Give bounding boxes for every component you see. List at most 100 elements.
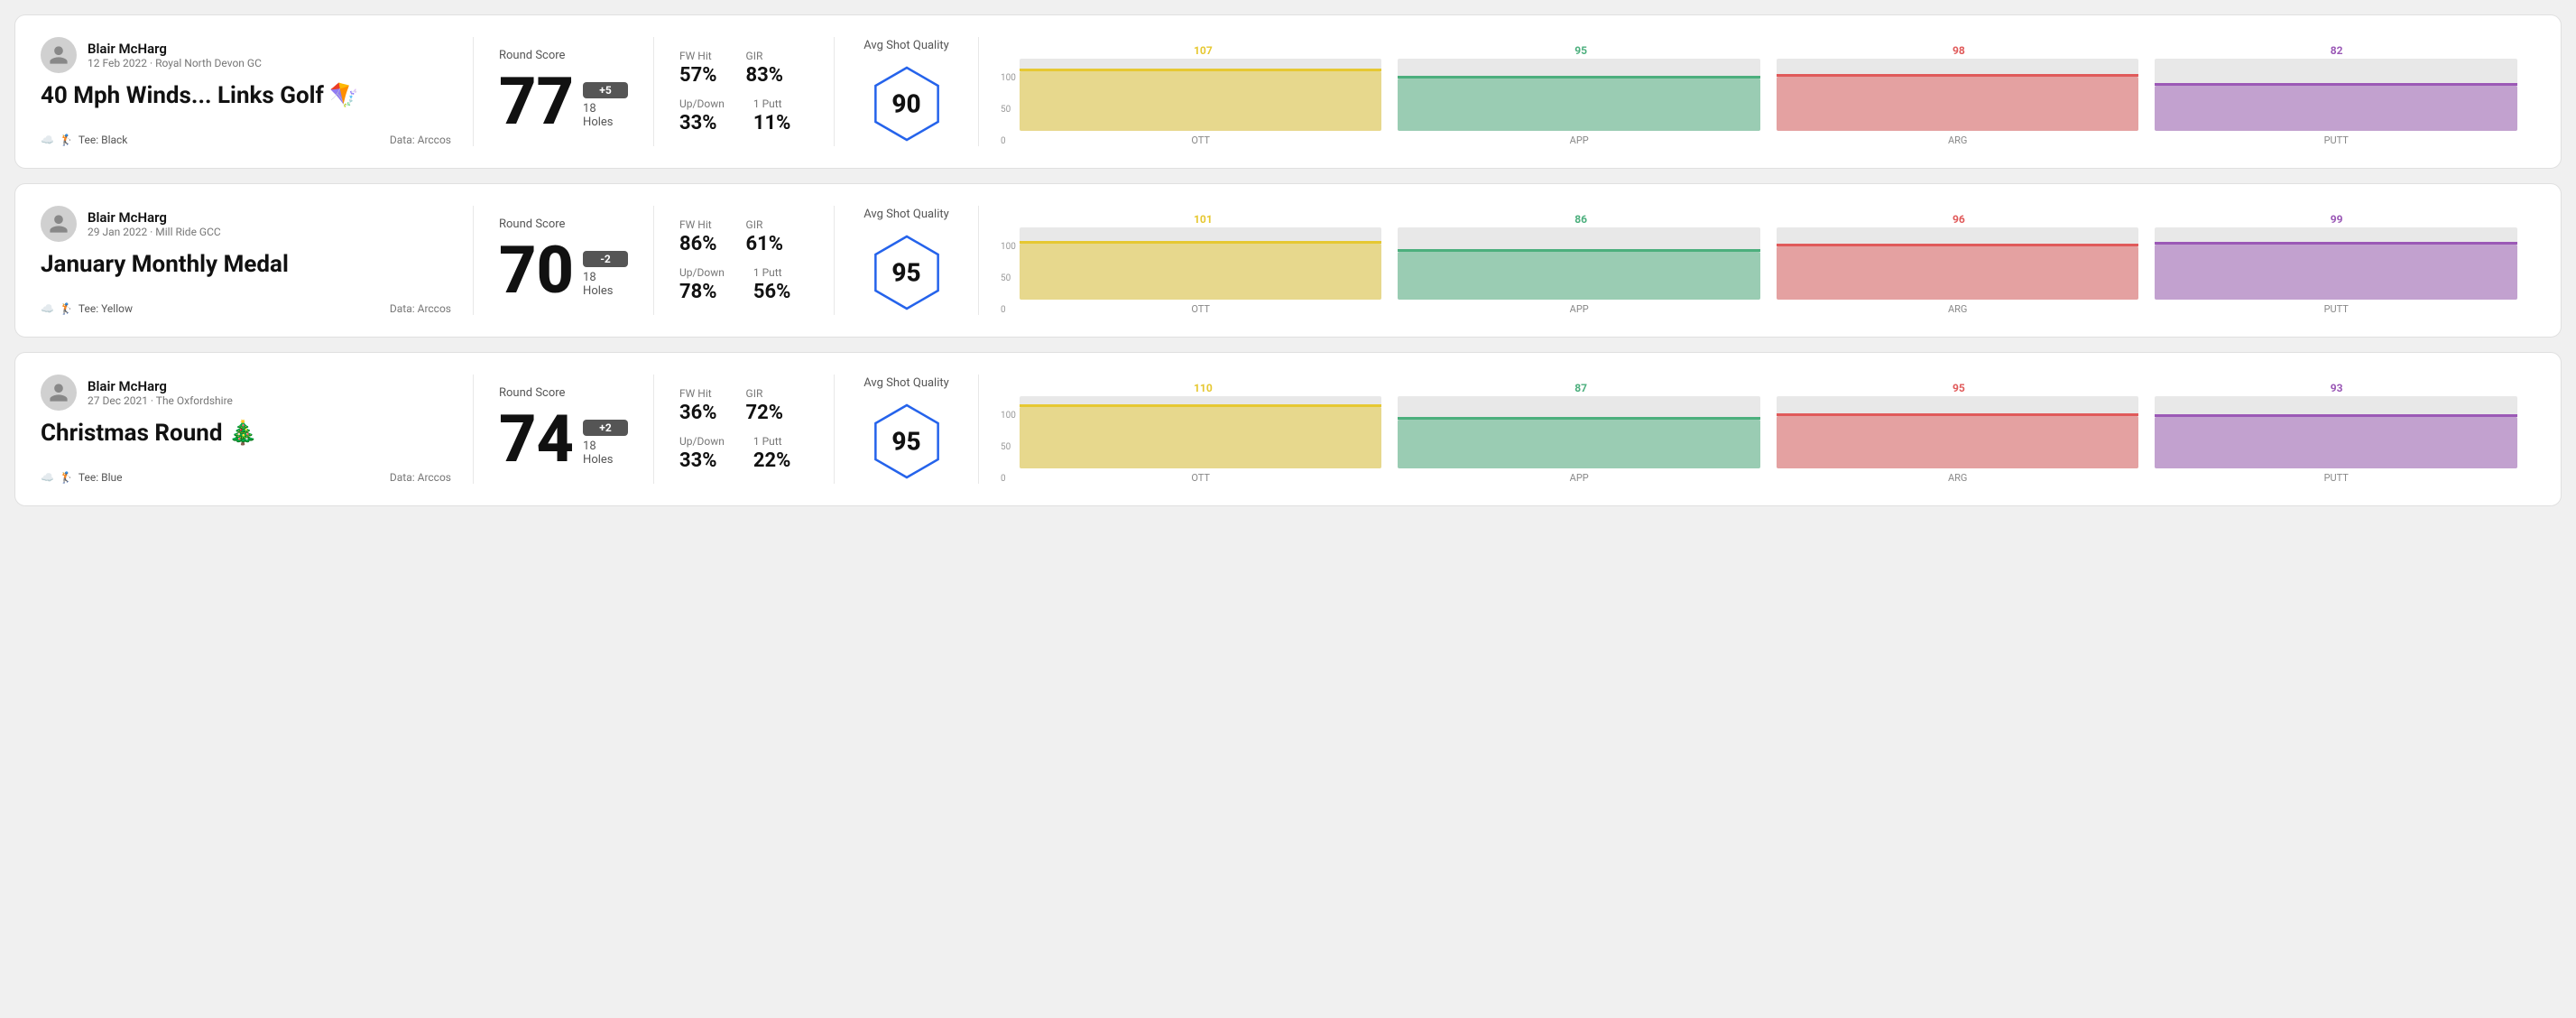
bar-x-label: ARG: [1777, 134, 2139, 146]
hex-score: 95: [891, 258, 920, 288]
chart-top-labels: 110879593: [1022, 382, 2517, 394]
tee-info: ☁️ 🏌️ Tee: Yellow: [41, 302, 133, 315]
user-row: Blair McHarg 29 Jan 2022 · Mill Ride GCC: [41, 206, 451, 242]
updown-value: 33%: [679, 112, 725, 134]
gir-value: 83%: [746, 64, 784, 87]
score-badge: +5: [583, 82, 628, 98]
card-footer: ☁️ 🏌️ Tee: Yellow Data: Arccos: [41, 302, 451, 315]
bar-col: [1398, 396, 1760, 468]
y-labels-col: 100 50 0: [1001, 243, 1020, 315]
avatar: [41, 375, 77, 411]
quality-label: Avg Shot Quality: [863, 39, 949, 52]
stats-row-bottom: Up/Down 33% 1 Putt 22%: [679, 435, 808, 472]
bar-x-label: PUTT: [2155, 134, 2517, 146]
hexagon-container: 90: [866, 63, 947, 144]
stats-row-top: FW Hit 36% GIR 72%: [679, 387, 808, 424]
y-label-100: 100: [1001, 74, 1016, 83]
chart-main: 100 50 0: [1001, 396, 2517, 484]
oneputt-value: 11%: [753, 112, 791, 134]
bar-x-label: ARG: [1777, 472, 2139, 484]
hexagon-container: 95: [866, 401, 947, 482]
stats-section: FW Hit 57% GIR 83% Up/Down 33% 1 Putt 11…: [654, 37, 835, 146]
bar-col: [1020, 227, 1382, 300]
bar-col: [1777, 227, 2139, 300]
score-badge-col: +5 18 Holes: [583, 82, 628, 134]
y-label-50: 50: [1001, 274, 1016, 283]
gir-value: 72%: [746, 402, 784, 424]
data-source: Data: Arccos: [390, 302, 451, 315]
updown-stat: Up/Down 33%: [679, 97, 725, 134]
hex-score: 90: [891, 89, 920, 119]
tee-label: Tee: Blue: [78, 471, 123, 484]
score-holes: 18 Holes: [583, 102, 628, 129]
data-source: Data: Arccos: [390, 471, 451, 484]
updown-label: Up/Down: [679, 97, 725, 110]
bar-line: [1398, 249, 1760, 252]
bar-top-label: 95: [1778, 382, 2140, 394]
x-label-row: OTTAPPARGPUTT: [1020, 134, 2517, 146]
stats-row-bottom: Up/Down 33% 1 Putt 11%: [679, 97, 808, 134]
bar-fill: [2155, 245, 2517, 300]
y-label-50: 50: [1001, 443, 1016, 452]
stats-row-bottom: Up/Down 78% 1 Putt 56%: [679, 266, 808, 303]
person-icon: [48, 213, 69, 235]
bar-top-label: 86: [1400, 213, 1762, 226]
bar-bg: [2155, 227, 2517, 300]
round-card: Blair McHarg 12 Feb 2022 · Royal North D…: [14, 14, 2562, 169]
y-label-0: 0: [1001, 306, 1016, 315]
bar-line: [1398, 76, 1760, 79]
stats-section: FW Hit 36% GIR 72% Up/Down 33% 1 Putt 22…: [654, 375, 835, 484]
bar-fill: [1777, 416, 2139, 468]
x-label-row: OTTAPPARGPUTT: [1020, 472, 2517, 484]
fw-hit-label: FW Hit: [679, 50, 717, 62]
bar-x-label: OTT: [1020, 472, 1382, 484]
bar-line: [2155, 83, 2517, 86]
bar-line: [1020, 404, 1382, 407]
bar-top-label: 107: [1022, 44, 1384, 57]
y-labels-col: 100 50 0: [1001, 412, 1020, 484]
bar-bg: [1398, 227, 1760, 300]
weather-icon: ☁️: [41, 471, 54, 484]
fw-hit-value: 86%: [679, 233, 717, 255]
bar-bg: [1020, 396, 1382, 468]
bar-top-label: 99: [2156, 213, 2517, 226]
fw-hit-label: FW Hit: [679, 218, 717, 231]
shot-quality-section: Avg Shot Quality 90: [835, 37, 979, 146]
bar-col: [1020, 396, 1382, 468]
bar-top-label: 95: [1400, 44, 1762, 57]
bar-col: [2155, 59, 2517, 131]
round-card: Blair McHarg 27 Dec 2021 · The Oxfordshi…: [14, 352, 2562, 506]
gir-label: GIR: [746, 387, 784, 400]
round-title: January Monthly Medal: [41, 251, 451, 278]
bar-x-label: APP: [1398, 472, 1760, 484]
y-label-100: 100: [1001, 243, 1016, 252]
gir-stat: GIR 72%: [746, 387, 784, 424]
chart-bars: [1020, 227, 2517, 300]
round-title: Christmas Round 🎄: [41, 420, 451, 447]
bar-x-label: ARG: [1777, 303, 2139, 315]
fw-hit-value: 57%: [679, 64, 717, 87]
bar-top-label: 98: [1778, 44, 2140, 57]
gir-label: GIR: [746, 50, 784, 62]
bar-bg: [1777, 227, 2139, 300]
chart-top-labels: 101869699: [1022, 213, 2517, 226]
user-info: Blair McHarg 29 Jan 2022 · Mill Ride GCC: [88, 209, 221, 238]
score-badge: -2: [583, 251, 628, 267]
gir-stat: GIR 61%: [746, 218, 784, 255]
bar-bg: [1777, 59, 2139, 131]
y-label-0: 0: [1001, 137, 1016, 146]
user-row: Blair McHarg 27 Dec 2021 · The Oxfordshi…: [41, 375, 451, 411]
bar-fill: [1020, 407, 1382, 468]
bar-x-label: APP: [1398, 303, 1760, 315]
bag-icon: 🏌️: [60, 302, 73, 315]
user-meta: 27 Dec 2021 · The Oxfordshire: [88, 394, 233, 407]
tee-label: Tee: Yellow: [78, 302, 133, 315]
score-number: 74: [499, 407, 574, 472]
oneputt-stat: 1 Putt 22%: [753, 435, 791, 472]
bar-fill: [1398, 420, 1760, 468]
y-label-100: 100: [1001, 412, 1016, 421]
oneputt-label: 1 Putt: [753, 97, 791, 110]
bar-fill: [2155, 417, 2517, 468]
stats-row-top: FW Hit 86% GIR 61%: [679, 218, 808, 255]
bar-line: [2155, 414, 2517, 417]
